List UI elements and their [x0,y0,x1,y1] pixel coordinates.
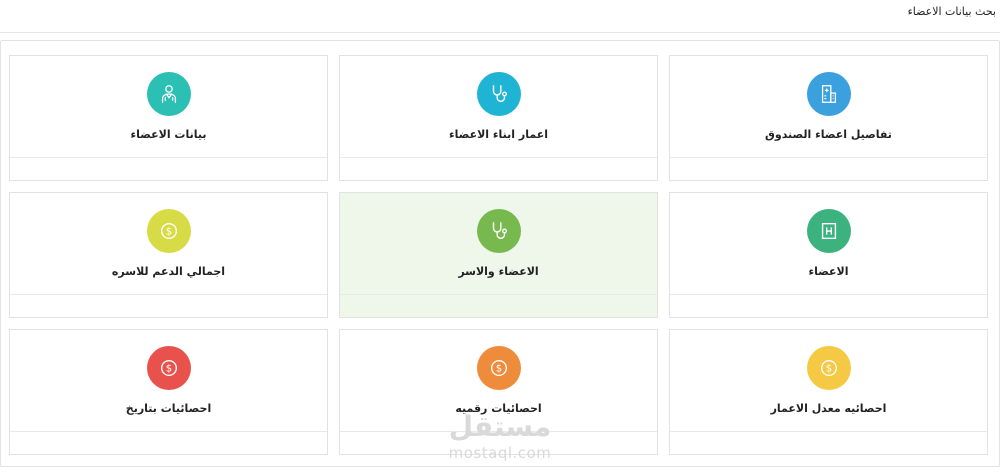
hospital-sign-icon [806,209,851,253]
card-divider [340,294,657,295]
dashboard-grid: بيانات الاعضاء اعمار ابناء الاعضاء تفاصي… [9,55,988,455]
card-divider [670,431,987,432]
card-family-total-support[interactable]: $ اجمالي الدعم للاسره [9,192,328,318]
hospital-icon [806,72,851,116]
card-label: بيانات الاعضاء [130,128,207,141]
page-title: بحث بيانات الاعضاء [907,5,996,18]
card-divider [10,294,327,295]
svg-text:$: $ [165,364,171,375]
card-label: احصائيه معدل الاعمار [770,402,887,415]
card-divider [10,157,327,158]
card-label: اعمار ابناء الاعضاء [449,128,548,141]
card-members-children-ages[interactable]: اعمار ابناء الاعضاء [339,55,658,181]
card-divider [670,157,987,158]
stethoscope-icon [476,209,521,253]
stethoscope-icon [476,72,521,116]
card-divider [670,294,987,295]
card-label: اجمالي الدعم للاسره [111,265,226,278]
card-divider [340,431,657,432]
card-average-age-stats[interactable]: $ احصائيه معدل الاعمار [669,329,988,455]
dollar-coin-icon: $ [806,346,851,390]
dollar-coin-icon: $ [146,209,191,253]
card-divider [10,431,327,432]
card-label: الاعضاء [808,265,849,278]
card-divider [340,157,657,158]
card-members-data[interactable]: بيانات الاعضاء [9,55,328,181]
dollar-coin-icon: $ [146,346,191,390]
card-label: تفاصيل اعضاء الصندوق [765,128,892,141]
svg-text:$: $ [825,364,831,375]
card-stats-by-date[interactable]: $ احصائيات بتاريخ [9,329,328,455]
svg-text:$: $ [495,364,501,375]
card-label: احصائيات رقميه [455,402,542,415]
card-members[interactable]: الاعضاء [669,192,988,318]
page-header: بحث بيانات الاعضاء [0,0,1000,33]
doctor-icon [146,72,191,116]
card-label: احصائيات بتاريخ [125,402,212,415]
card-numeric-stats[interactable]: $ احصائيات رقميه [339,329,658,455]
card-label: الاعضاء والاسر [458,265,539,278]
card-members-and-families[interactable]: الاعضاء والاسر [339,192,658,318]
svg-text:$: $ [165,227,171,238]
card-fund-members-details[interactable]: تفاصيل اعضاء الصندوق [669,55,988,181]
dollar-coin-icon: $ [476,346,521,390]
dashboard-panel: بيانات الاعضاء اعمار ابناء الاعضاء تفاصي… [0,40,1000,467]
